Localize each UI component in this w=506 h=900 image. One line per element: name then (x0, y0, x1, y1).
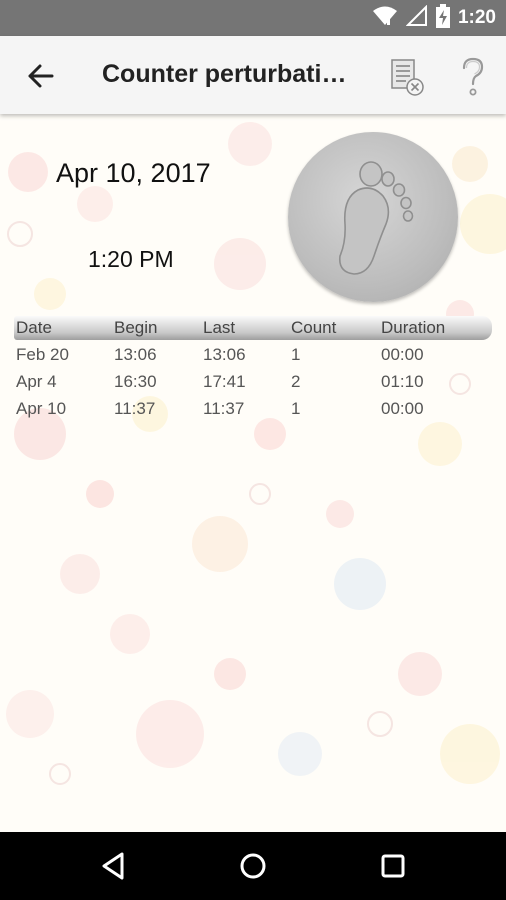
back-triangle-icon (102, 852, 124, 880)
nav-back-button[interactable] (94, 846, 134, 886)
cell-begin: 13:06 (114, 345, 157, 364)
cell-count: 1 (291, 345, 301, 364)
status-time: 1:20 (457, 7, 496, 28)
header-begin: Begin (114, 318, 158, 337)
clear-list-icon (391, 59, 424, 96)
cell-date: Apr 4 (16, 372, 57, 391)
cell-duration: 00:00 (381, 399, 424, 418)
page-title: Counter perturbati… (102, 60, 347, 88)
cell-duration: 00:00 (381, 345, 424, 364)
header-date: Date (16, 318, 52, 337)
nav-recents-button[interactable] (373, 846, 413, 886)
wifi-icon (372, 5, 398, 32)
current-date: Apr 10, 2017 (56, 158, 211, 188)
system-nav-bar (0, 832, 506, 900)
count-kick-button[interactable] (288, 132, 458, 302)
cell-last: 17:41 (203, 372, 246, 391)
back-button[interactable] (20, 56, 60, 96)
cell-begin: 16:30 (114, 372, 157, 391)
recents-square-icon (381, 854, 405, 878)
question-mark-icon (462, 57, 484, 96)
table-row[interactable]: Apr 10 11:37 11:37 1 00:00 (14, 394, 492, 421)
arrow-left-icon (28, 64, 54, 88)
signal-icon (405, 4, 428, 32)
nav-home-button[interactable] (233, 846, 273, 886)
table-header: Date Begin Last Count Duration (14, 316, 492, 340)
content-area: Apr 10, 2017 1:20 PM Date Begin Last Cou… (0, 114, 506, 832)
help-button[interactable] (452, 54, 494, 100)
home-circle-icon (240, 853, 266, 879)
table-row[interactable]: Feb 20 13:06 13:06 1 00:00 (14, 340, 492, 367)
footprint-icon (338, 161, 414, 275)
cell-count: 2 (291, 372, 301, 391)
app-toolbar: Counter perturbati… (0, 36, 506, 114)
header-last: Last (203, 318, 236, 337)
cell-date: Apr 10 (16, 399, 67, 418)
cell-count: 1 (291, 399, 301, 418)
clear-history-button[interactable] (386, 56, 428, 98)
header-duration: Duration (381, 318, 446, 337)
cell-date: Feb 20 (16, 345, 69, 364)
cell-last: 11:37 (203, 399, 245, 418)
current-time: 1:20 PM (88, 246, 174, 272)
cell-begin: 11:37 (114, 399, 156, 418)
cell-last: 13:06 (203, 345, 246, 364)
cell-duration: 01:10 (381, 372, 424, 391)
history-table: Date Begin Last Count Duration Feb 20 13… (14, 316, 492, 421)
table-row[interactable]: Apr 4 16:30 17:41 2 01:10 (14, 367, 492, 394)
battery-charging-icon (435, 3, 450, 33)
status-bar: 1:20 (0, 0, 506, 36)
header-count: Count (291, 318, 337, 337)
